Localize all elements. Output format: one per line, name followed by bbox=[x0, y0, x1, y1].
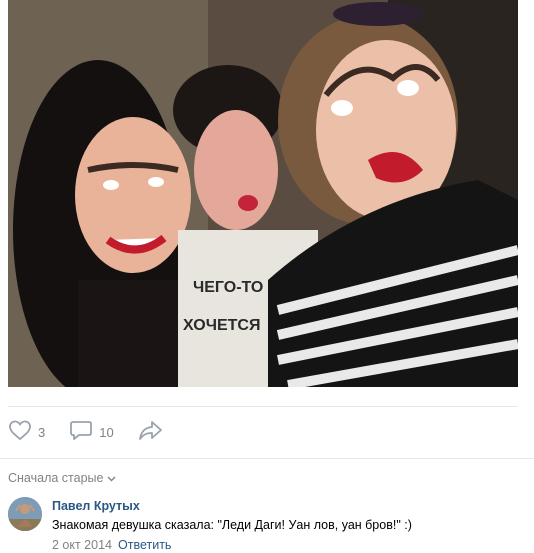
comment-count: 10 bbox=[99, 424, 114, 440]
like-button[interactable]: 3 bbox=[8, 419, 45, 446]
like-count: 3 bbox=[38, 424, 46, 440]
share-button[interactable] bbox=[138, 419, 164, 446]
speech-bubble-icon bbox=[69, 419, 93, 446]
comment-author-link[interactable]: Павел Крутых bbox=[52, 499, 522, 513]
post-actions: 3 10 bbox=[8, 420, 164, 444]
comments-sort-dropdown[interactable]: Сначала старые bbox=[8, 471, 116, 485]
heart-icon bbox=[8, 419, 32, 446]
chevron-down-icon bbox=[107, 471, 116, 485]
svg-text:ЧЕГО-ТО: ЧЕГО-ТО bbox=[193, 279, 263, 296]
divider bbox=[8, 406, 518, 407]
sort-label: Сначала старые bbox=[8, 471, 104, 485]
comment-date[interactable]: 2 окт 2014 bbox=[52, 538, 112, 552]
divider bbox=[0, 458, 534, 459]
comment-meta: 2 окт 2014 Ответить bbox=[52, 538, 522, 552]
avatar[interactable] bbox=[8, 497, 42, 531]
selfie-photo: ЧЕГО-ТО ХОЧЕТСЯ bbox=[8, 0, 518, 387]
comment-text: Знакомая девушка сказала: "Леди Даги! Уа… bbox=[52, 518, 412, 532]
comment-body: Павел Крутых Знакомая девушка сказала: "… bbox=[52, 499, 522, 552]
svg-text:ХОЧЕТСЯ: ХОЧЕТСЯ bbox=[183, 317, 260, 334]
share-arrow-icon bbox=[138, 419, 164, 446]
post-photo[interactable]: ЧЕГО-ТО ХОЧЕТСЯ bbox=[8, 0, 518, 387]
reply-link[interactable]: Ответить bbox=[118, 538, 171, 552]
comment-button[interactable]: 10 bbox=[69, 419, 114, 446]
